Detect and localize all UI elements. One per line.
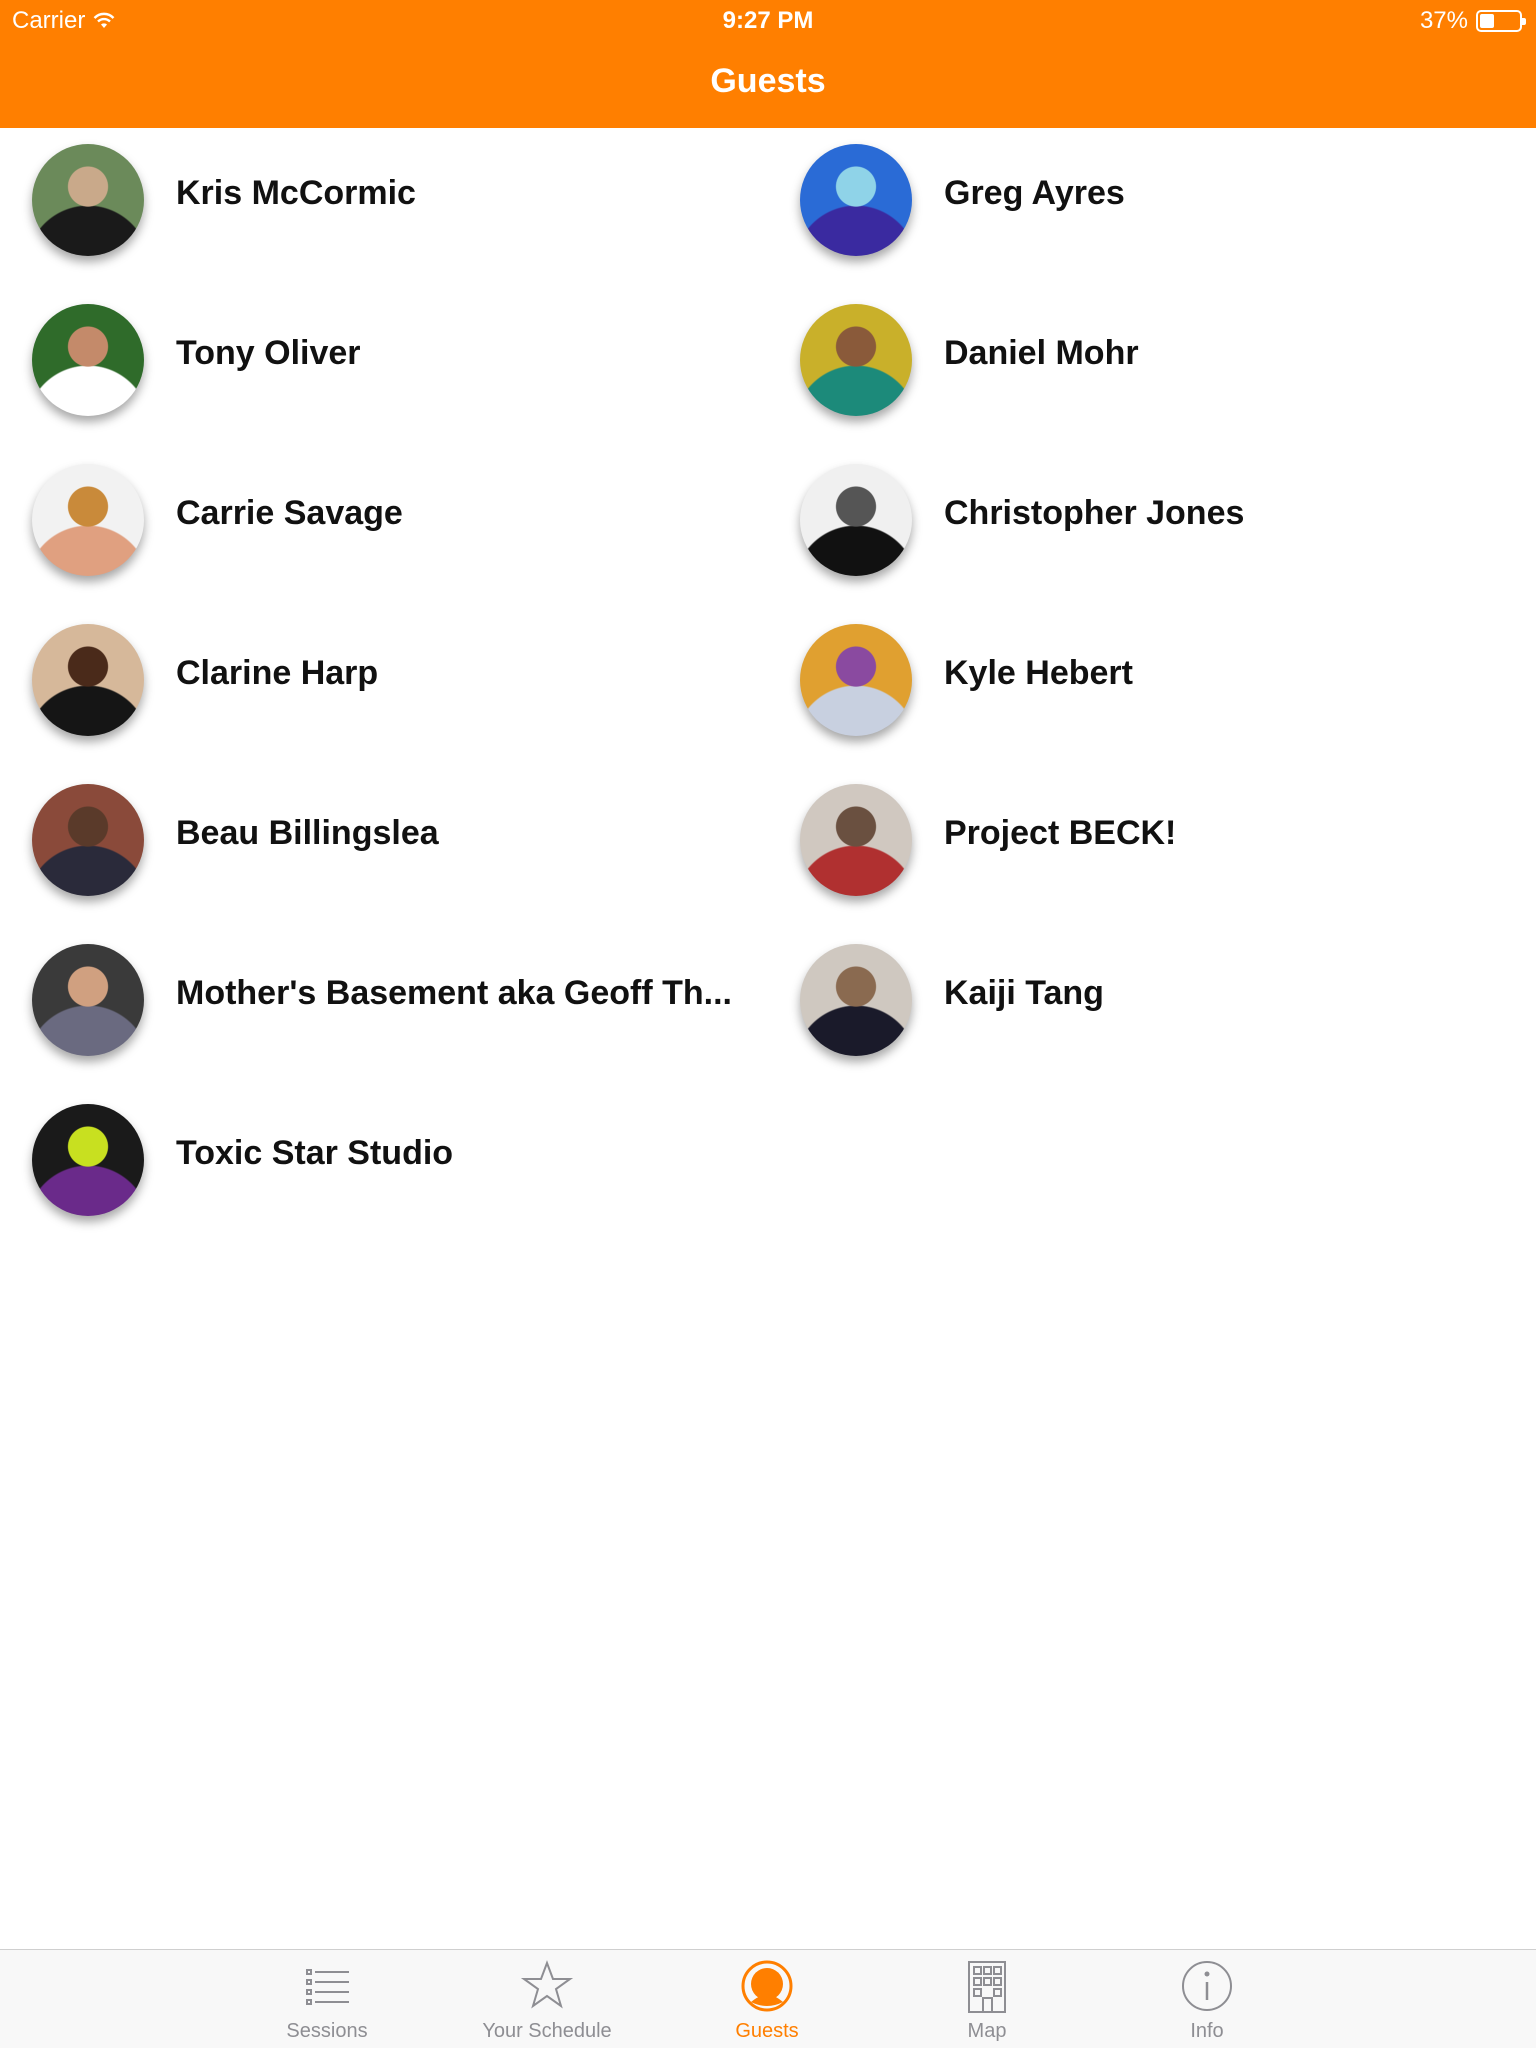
guest-name: Christopher Jones [944,494,1245,532]
header: Carrier 9:27 PM 37% Guests [0,0,1536,128]
list-icon [299,1958,355,2014]
guest-avatar [800,144,912,256]
guest-avatar [800,944,912,1056]
guest-avatar [800,304,912,416]
guest-name: Carrie Savage [176,494,403,532]
tab-label: Info [1190,2020,1224,2042]
app-root: Carrier 9:27 PM 37% Guests Kris McCormic… [0,0,1536,2048]
guest-name: Kaiji Tang [944,974,1104,1012]
battery-icon [1476,10,1526,32]
battery-indicator: 37% [1419,7,1526,35]
guest-list-item[interactable]: Christopher Jones [768,448,1536,608]
guest-list-item[interactable]: Greg Ayres [768,128,1536,288]
guest-avatar [32,944,144,1056]
guest-avatar [800,784,912,896]
building-icon [959,1958,1015,2014]
tab-sessions[interactable]: Sessions [227,1950,427,2048]
guest-name: Mother's Basement aka Geoff Th... [176,974,732,1012]
guest-list-item[interactable]: Kris McCormic [0,128,768,288]
person-icon [739,1958,795,2014]
tab-info[interactable]: Info [1107,1950,1307,2048]
guest-avatar [32,1104,144,1216]
guest-avatar [800,464,912,576]
tab-guests[interactable]: Guests [667,1950,867,2048]
guest-name: Clarine Harp [176,654,379,692]
tab-label: Your Schedule [482,2020,612,2042]
guest-avatar [32,784,144,896]
guest-avatar [32,624,144,736]
guest-list-item[interactable]: Clarine Harp [0,608,768,768]
guest-list-item[interactable]: Kyle Hebert [768,608,1536,768]
guest-list-item[interactable]: Daniel Mohr [768,288,1536,448]
guest-avatar [800,624,912,736]
battery-percent: 37% [1419,7,1468,34]
guest-list-item[interactable]: Beau Billingslea [0,768,768,928]
star-icon [519,1958,575,2014]
guest-list-item[interactable]: Tony Oliver [0,288,768,448]
info-icon [1179,1958,1235,2014]
guest-avatar [32,304,144,416]
guest-list-item[interactable]: Mother's Basement aka Geoff Th... [0,928,768,1088]
status-time: 9:27 PM [722,7,814,34]
tab-label: Sessions [286,2020,368,2042]
guest-list-item[interactable]: Toxic Star Studio [0,1088,768,1248]
guest-name: Kris McCormic [176,174,416,212]
guest-avatar [32,464,144,576]
tab-your-schedule[interactable]: Your Schedule [447,1950,647,2048]
guest-name: Beau Billingslea [176,814,439,852]
guest-name: Greg Ayres [944,174,1125,212]
tab-bar: Sessions Your Schedule Guests Map Info [0,1949,1536,2048]
guest-avatar [32,144,144,256]
status-bar: Carrier 9:27 PM 37% [0,0,1536,40]
guest-name: Toxic Star Studio [176,1134,454,1172]
page-title: Guests [710,62,826,100]
tab-label: Map [967,2020,1007,2042]
guest-name: Kyle Hebert [944,654,1133,692]
guest-list-item[interactable]: Carrie Savage [0,448,768,608]
guest-name: Project BECK! [944,814,1177,852]
guest-list-item[interactable]: Kaiji Tang [768,928,1536,1088]
battery-level [1480,14,1494,28]
guest-list-item[interactable]: Project BECK! [768,768,1536,928]
guest-name: Daniel Mohr [944,334,1139,372]
tab-map[interactable]: Map [887,1950,1087,2048]
guest-name: Tony Oliver [176,334,361,372]
tab-label: Guests [735,2020,799,2042]
